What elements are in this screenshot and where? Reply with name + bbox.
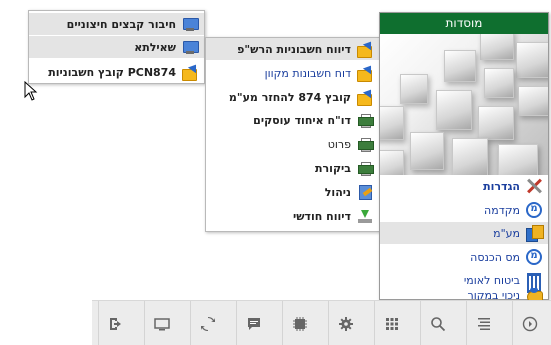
chip-icon [292,316,307,331]
menu-item-vat[interactable]: מע"מ [380,222,548,244]
folder-arrow-icon [182,64,198,81]
chat-icon [247,317,260,330]
folder-arrow-icon [357,65,373,82]
sub-menu: דיווח חשבוניות הרש"פ דוח חשבונות מקוון ק… [205,37,380,232]
menu-item-audit[interactable]: ביקורת [206,157,379,179]
mouse-cursor-icon [24,81,38,101]
menu-item-label: הגדרות [483,179,520,193]
menu-item-advance[interactable]: מקדמה [380,199,548,221]
list-icon [477,317,490,330]
menu-button[interactable] [512,301,546,345]
menu-item-label: דיווח חשבוניות הרש"פ [237,42,351,56]
menu-item-874-file[interactable]: קובץ 874 להחזר מע"מ [206,86,379,108]
printer-icon [357,160,374,176]
menu-item-query[interactable]: שאילתא [29,36,204,58]
main-menu-title: מוסדות [380,13,548,34]
menu-item-pcn874-file[interactable]: קובץ חשבוניות PCN874 [29,61,204,83]
download-icon [357,208,373,224]
circle-m-icon [526,202,542,218]
menu-item-online-report[interactable]: דוח חשבונות מקוון [206,62,379,84]
folder-arrow-icon [357,41,373,58]
menu-item-management[interactable]: ניהול [206,181,379,203]
menu-item-label: קובץ חשבוניות PCN874 [48,65,176,79]
menu-item-label: מס הכנסה [470,250,520,264]
exit-icon [109,317,121,330]
folder-arrow-icon [357,89,373,106]
menu-item-label: מקדמה [484,203,520,217]
circle-m-icon [526,249,542,265]
exit-button[interactable] [98,301,132,345]
menu-item-label: חיבור קבצים חיצוניים [66,17,176,31]
monitor-icon [153,317,170,330]
menu-item-label: שאילתא [134,40,176,54]
menu-item-label: דוח חשבונות מקוון [264,66,351,80]
menu-item-settings[interactable]: הגדרות [380,175,548,197]
menu-item-monthly-report[interactable]: דיווח חודשי [206,205,379,227]
search-button[interactable] [420,301,454,345]
refresh-button[interactable] [190,301,224,345]
monitor-icon [182,39,199,55]
list-button[interactable] [466,301,500,345]
screen-button[interactable] [144,301,178,345]
apps-button[interactable] [374,301,408,345]
menu-item-label: ביטוח לאומי [463,273,520,287]
grid-icon [385,317,398,330]
menu-item-label: דו"ח איחוד עוסקים [253,113,351,127]
messages-button[interactable] [236,301,270,345]
menu-item-external-files[interactable]: חיבור קבצים חיצוניים [29,13,204,35]
menu-item-label: קובץ 874 להחזר מע"מ [228,90,351,104]
screen: חיבור קבצים חיצוניים שאילתא קובץ חשבוניו… [0,0,551,345]
circle-arrow-icon [522,316,537,331]
pillar-icon [526,272,542,293]
search-icon [430,316,445,331]
main-menu: מוסדות הגדרות מקדמה מע"מ [379,12,549,302]
menu-item-label: פרוט [327,137,351,151]
calculator-icon [526,225,544,242]
menu-item-label: דיווח חודשי [292,209,351,223]
bottom-toolbar [92,300,551,345]
gear-icon [338,316,353,331]
menu-item-detail[interactable]: פרוט [206,133,379,155]
refresh-icon [200,316,215,331]
tools-icon [526,178,542,194]
menu-item-label: מע"מ [493,226,520,240]
menu-item-invoices-report[interactable]: דיווח חשבוניות הרש"פ [206,38,379,60]
monitor-icon [182,16,199,32]
menu-item-label: ניהול [324,185,351,199]
menu-item-label: ביקורת [315,161,351,175]
menu-item-merge-report[interactable]: דו"ח איחוד עוסקים [206,109,379,131]
settings-button[interactable] [328,301,362,345]
sub-sub-menu: חיבור קבצים חיצוניים שאילתא קובץ חשבוניו… [28,10,205,84]
printer-icon [357,112,374,128]
form-icon [357,184,373,200]
menu-item-income-tax[interactable]: מס הכנסה [380,246,548,268]
decorative-cubes-image [380,34,548,175]
printer-icon [357,136,374,152]
hardware-button[interactable] [282,301,316,345]
